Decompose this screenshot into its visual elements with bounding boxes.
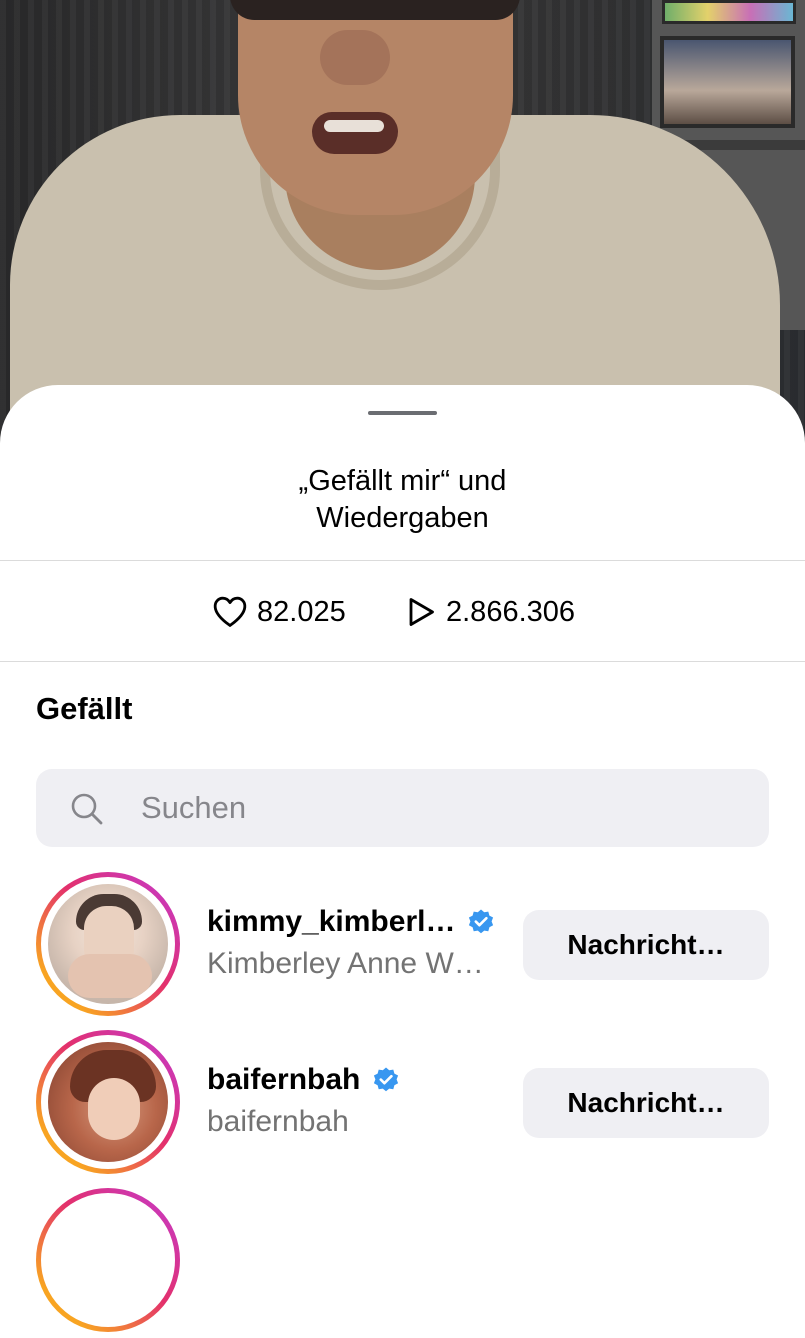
plays-stat[interactable]: 2.866.306 <box>406 591 575 633</box>
user-full-name: baifernbah <box>207 1105 349 1138</box>
person-mouth <box>312 112 398 154</box>
background-picture-frame <box>662 0 796 24</box>
divider <box>0 560 805 561</box>
plays-count: 2.866.306 <box>446 596 576 628</box>
person-head <box>238 0 513 215</box>
user-info: baifernbah baifernbah <box>207 1061 497 1142</box>
search-bar[interactable] <box>36 769 769 847</box>
search-icon <box>71 793 103 825</box>
sheet-title-line-1: „Gefällt mir“ und <box>298 465 507 497</box>
search-input[interactable] <box>141 769 741 847</box>
message-button[interactable]: Nachricht… <box>523 910 769 980</box>
likes-count: 82.025 <box>257 596 346 628</box>
user-full-name: Kimberley Anne W… <box>207 947 484 980</box>
avatar-story-ring[interactable] <box>36 1188 180 1332</box>
likes-and-plays-sheet: „Gefällt mir“ und Wiedergaben 82.025 2.8… <box>0 385 805 1332</box>
user-list-item[interactable]: kimmy_kimberl… Kimberley Anne W… Nachric… <box>0 872 805 1022</box>
user-list-item[interactable] <box>0 1188 805 1338</box>
stats-row: 82.025 2.866.306 <box>0 591 805 633</box>
person-hair <box>230 0 520 20</box>
person-nose <box>320 30 390 85</box>
user-list-item[interactable]: baifernbah baifernbah Nachricht… <box>0 1030 805 1180</box>
avatar <box>48 884 168 1004</box>
user-info: kimmy_kimberl… Kimberley Anne W… <box>207 903 497 984</box>
sheet-drag-handle[interactable] <box>368 411 437 415</box>
heart-outline-icon <box>213 596 247 627</box>
sheet-title: „Gefällt mir“ und Wiedergaben <box>0 463 805 537</box>
message-button[interactable]: Nachricht… <box>523 1068 769 1138</box>
sheet-title-line-2: Wiedergaben <box>316 502 489 534</box>
background-photo-frame <box>660 36 795 128</box>
likes-section-heading: Gefällt <box>36 691 133 726</box>
play-outline-icon <box>409 598 434 626</box>
verified-badge-icon <box>374 1067 399 1092</box>
verified-badge-icon <box>469 909 494 934</box>
username[interactable]: kimmy_kimberl… <box>207 903 455 941</box>
username[interactable]: baifernbah <box>207 1061 360 1099</box>
likes-stat[interactable]: 82.025 <box>213 591 346 633</box>
avatar <box>48 1042 168 1162</box>
divider <box>0 661 805 662</box>
avatar-story-ring[interactable] <box>36 1030 180 1174</box>
avatar-story-ring[interactable] <box>36 872 180 1016</box>
